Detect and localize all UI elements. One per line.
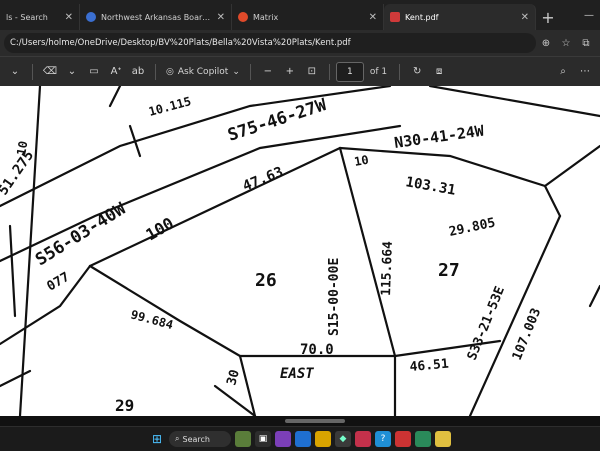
- plat-label: 99.684: [129, 307, 175, 332]
- read-aloud-icon[interactable]: Aᐩ: [105, 61, 127, 83]
- plat-label: 10: [353, 153, 370, 169]
- more-icon[interactable]: ⋯: [574, 61, 596, 83]
- tab-matrix[interactable]: Matrix ✕: [232, 4, 384, 30]
- copilot-icon: ◎: [166, 66, 174, 77]
- address-bar: C:/Users/holme/OneDrive/Desktop/BV%20Pla…: [0, 30, 600, 56]
- taskbar-search-label: Search: [182, 434, 210, 444]
- app-icon[interactable]: [275, 431, 291, 447]
- close-icon[interactable]: ✕: [521, 12, 529, 23]
- plat-label: 10.115: [147, 94, 193, 119]
- widgets-icon[interactable]: [235, 431, 251, 447]
- plat-labels: S75-46-27W N30-41-24W S56-03-40W 100 47.…: [0, 94, 544, 415]
- taskbar: ⊞ ⌕ Search ▣ ◆ ?: [0, 426, 600, 451]
- window-controls: —: [578, 0, 600, 30]
- eraser-icon[interactable]: ⌫: [39, 61, 61, 83]
- tab-northwest-arkansas[interactable]: Northwest Arkansas Board of / ✕: [80, 4, 232, 30]
- plat-label: 29.805: [448, 215, 497, 239]
- task-view-icon[interactable]: ▣: [255, 431, 271, 447]
- windows-start-icon[interactable]: ⊞: [149, 431, 165, 447]
- plat-label: 47.63: [241, 164, 286, 195]
- favorite-star-icon[interactable]: ☆: [556, 38, 576, 49]
- zoom-icon[interactable]: ⊕: [536, 38, 556, 49]
- plat-drawing: S75-46-27W N30-41-24W S56-03-40W 100 47.…: [0, 86, 600, 416]
- pdf-toolbar: ⌄ ⌫ ⌄ ▭ Aᐩ ab ◎ Ask Copilot ⌄ − + ⊡ 1 of…: [0, 56, 600, 86]
- plat-label: S56-03-40W: [32, 199, 130, 271]
- chevron-down-icon: ⌄: [232, 66, 240, 77]
- scrollbar-thumb[interactable]: [285, 419, 345, 423]
- page-number-input[interactable]: 1: [335, 61, 364, 82]
- app-icon[interactable]: [355, 431, 371, 447]
- taskbar-search[interactable]: ⌕ Search: [169, 431, 231, 447]
- tab-label: ls - Search: [6, 12, 48, 22]
- translate-icon[interactable]: ab: [127, 61, 149, 83]
- pdf-icon: [390, 12, 400, 22]
- url-field[interactable]: C:/Users/holme/OneDrive/Desktop/BV%20Pla…: [4, 33, 536, 53]
- chevron-down-icon[interactable]: ⌄: [61, 61, 83, 83]
- plat-label: 10: [14, 140, 30, 157]
- close-icon[interactable]: ✕: [369, 12, 377, 23]
- close-icon[interactable]: ✕: [65, 12, 73, 23]
- page-total: of 1: [369, 66, 388, 77]
- lot-number: 26: [255, 270, 277, 291]
- app-icon[interactable]: [435, 431, 451, 447]
- close-icon[interactable]: ✕: [217, 12, 225, 23]
- minimize-icon[interactable]: —: [578, 0, 600, 30]
- text-box-icon[interactable]: ▭: [83, 61, 105, 83]
- globe-icon: [86, 12, 96, 22]
- plat-label: 70.0: [300, 342, 334, 358]
- tab-kent-pdf[interactable]: Kent.pdf ✕: [384, 4, 536, 30]
- divider: [328, 63, 330, 80]
- tab-label: Kent.pdf: [405, 12, 439, 22]
- rotate-icon[interactable]: ↻: [406, 61, 428, 83]
- plat-label: 115.664: [379, 241, 396, 296]
- tab-label: Northwest Arkansas Board of /: [101, 12, 211, 22]
- plat-label: EAST: [280, 366, 314, 382]
- search-icon[interactable]: ⌕: [552, 61, 574, 83]
- plat-label: 077: [45, 270, 73, 295]
- ask-copilot-button[interactable]: ◎ Ask Copilot ⌄: [162, 61, 244, 83]
- plat-label: 30: [224, 368, 243, 387]
- chevron-down-icon[interactable]: ⌄: [4, 61, 26, 83]
- lot-number: 27: [438, 260, 460, 281]
- pdf-app-icon[interactable]: [395, 431, 411, 447]
- divider: [249, 63, 251, 80]
- pdf-canvas[interactable]: S75-46-27W N30-41-24W S56-03-40W 100 47.…: [0, 86, 600, 416]
- horizontal-scrollbar[interactable]: [0, 416, 600, 426]
- matrix-logo-icon: [238, 12, 248, 22]
- tab-label: Matrix: [253, 12, 279, 22]
- zoom-out-icon[interactable]: −: [257, 61, 279, 83]
- plat-label: S15-00-00E: [327, 258, 342, 336]
- plat-label: 103.31: [404, 174, 457, 199]
- file-explorer-icon[interactable]: [315, 431, 331, 447]
- app-icon[interactable]: [415, 431, 431, 447]
- zoom-in-icon[interactable]: +: [279, 61, 301, 83]
- divider: [155, 63, 156, 80]
- plat-label: N30-41-24W: [393, 121, 486, 152]
- plat-label: 46.51: [409, 357, 449, 375]
- plat-label: S33-21-53E: [465, 284, 508, 362]
- divider: [32, 63, 33, 80]
- help-icon[interactable]: ?: [375, 431, 391, 447]
- search-icon: ⌕: [175, 434, 180, 443]
- new-tab-button[interactable]: +: [536, 4, 560, 30]
- lot-number: 29: [115, 396, 134, 415]
- ask-copilot-label: Ask Copilot: [177, 66, 229, 77]
- extensions-icon[interactable]: ⧉: [576, 38, 596, 49]
- tab-strip: ls - Search ✕ Northwest Arkansas Board o…: [0, 0, 600, 30]
- edge-icon[interactable]: [295, 431, 311, 447]
- divider: [399, 63, 401, 80]
- store-icon[interactable]: ◆: [335, 431, 351, 447]
- page-view-icon[interactable]: ⧈: [428, 61, 450, 83]
- fit-page-icon[interactable]: ⊡: [301, 61, 323, 83]
- tab-search[interactable]: ls - Search ✕: [0, 4, 80, 30]
